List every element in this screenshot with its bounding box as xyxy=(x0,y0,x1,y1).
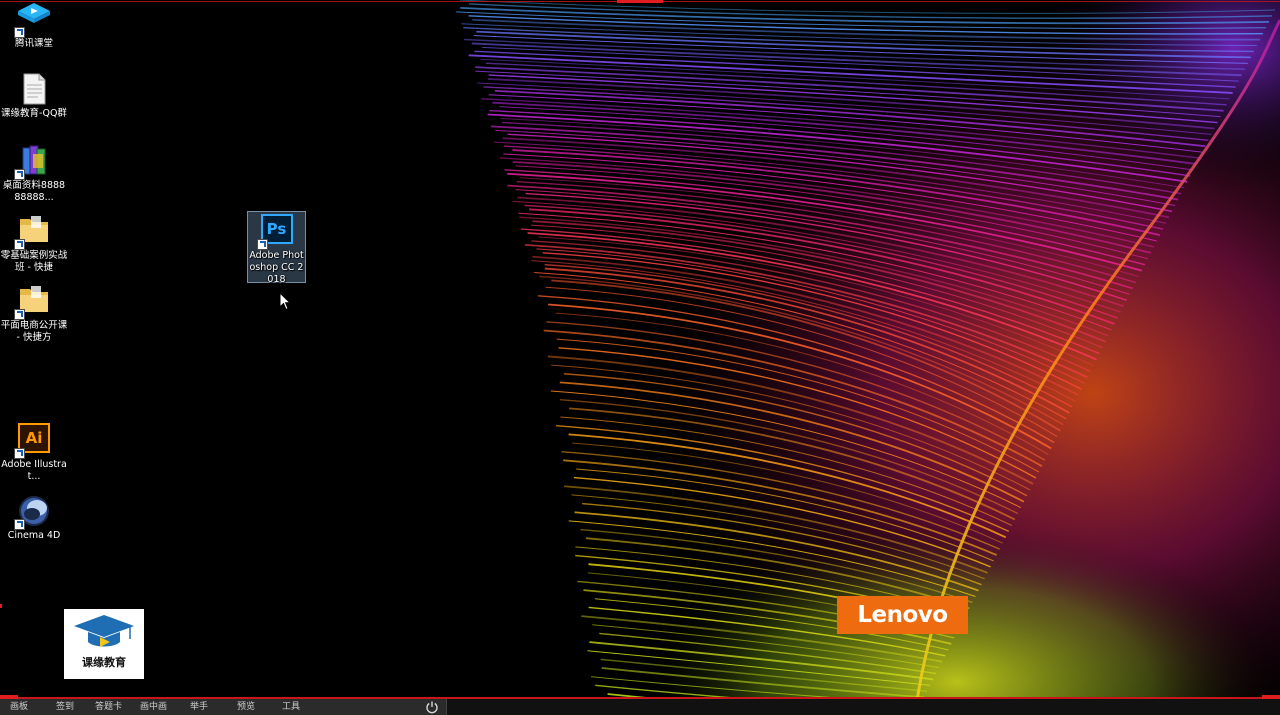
watermark-title: 课缘教育 xyxy=(82,656,126,669)
illustrator-icon: Ai xyxy=(14,423,51,459)
graduation-cap-icon xyxy=(74,615,134,647)
toolbar-item-preview[interactable]: 预览 xyxy=(237,701,255,713)
desktop-icon-illustrator[interactable]: Ai Adobe Illustrat... xyxy=(0,423,68,483)
toolbar-left-panel: 画板 签到 答题卡 画中画 举手 预览 工具 xyxy=(0,699,447,715)
shortcut-arrow-icon xyxy=(14,169,25,180)
toolbar-item-raise-hand[interactable]: 举手 xyxy=(190,701,208,713)
desktop-icon-label: Adobe Illustrat... xyxy=(1,459,67,482)
shortcut-arrow-icon xyxy=(14,27,25,38)
lenovo-logo: Lenovo xyxy=(837,596,968,634)
power-icon[interactable] xyxy=(425,700,439,714)
desktop-icon-photoshop[interactable]: Ps Adobe Photoshop CC 2018 xyxy=(247,211,306,285)
text-document-icon xyxy=(17,72,51,106)
shortcut-arrow-icon xyxy=(14,519,25,530)
desktop-icon-label: 课缘教育-QQ群 xyxy=(1,108,67,119)
desktop-screen: 腾讯课堂 课缘教育-QQ群 桌面资料888888888... 零基础案例实战班 … xyxy=(0,0,1280,715)
course-watermark-logo: 课缘教育 xyxy=(64,609,144,679)
desktop-icon-tencent-classroom[interactable]: 腾讯课堂 xyxy=(0,2,68,50)
desktop-icon-label: Adobe Photoshop CC 2018 xyxy=(249,250,304,285)
folder-icon xyxy=(14,284,51,320)
shortcut-arrow-icon xyxy=(14,448,25,459)
classroom-toolbar: 画板 签到 答题卡 画中画 举手 预览 工具 xyxy=(0,699,1280,715)
toolbar-item-answer-card[interactable]: 答题卡 xyxy=(95,701,122,713)
desktop-icon-beginner-course-folder[interactable]: 零基础案例实战班 - 快捷 xyxy=(0,214,68,274)
toolbar-item-board[interactable]: 画板 xyxy=(10,701,28,713)
toolbar-item-picture-in-picture[interactable]: 画中画 xyxy=(140,701,167,713)
books-icon xyxy=(14,144,51,180)
mouse-pointer-icon xyxy=(279,292,291,311)
desktop-icon-cinema4d[interactable]: Cinema 4D xyxy=(0,494,68,542)
recording-frame-left-tick xyxy=(0,604,2,608)
desktop-icon-qq-group-doc[interactable]: 课缘教育-QQ群 xyxy=(0,72,68,120)
shortcut-arrow-icon xyxy=(14,239,25,250)
desktop-icon-label: 平面电商公开课 - 快捷方 xyxy=(0,320,68,343)
photoshop-icon: Ps xyxy=(256,214,294,250)
desktop-icon-label: 腾讯课堂 xyxy=(14,38,53,49)
desktop-icon-desktop-files[interactable]: 桌面资料888888888... xyxy=(0,144,68,204)
toolbar-item-checkin[interactable]: 签到 xyxy=(56,701,74,713)
tencent-classroom-icon xyxy=(14,2,51,38)
shortcut-arrow-icon xyxy=(256,239,268,250)
desktop-icon-label: 零基础案例实战班 - 快捷 xyxy=(0,250,68,273)
shortcut-arrow-icon xyxy=(14,309,25,320)
feather-wallpaper xyxy=(0,0,1280,715)
cinema4d-icon xyxy=(14,494,51,530)
folder-icon xyxy=(14,214,51,250)
desktop-icon-label: Cinema 4D xyxy=(7,530,61,541)
desktop-icon-ecommerce-course-folder[interactable]: 平面电商公开课 - 快捷方 xyxy=(0,284,68,344)
toolbar-item-tools[interactable]: 工具 xyxy=(282,701,300,713)
recording-frame-top-marker xyxy=(617,0,663,3)
desktop-icon-label: 桌面资料888888888... xyxy=(2,180,66,203)
